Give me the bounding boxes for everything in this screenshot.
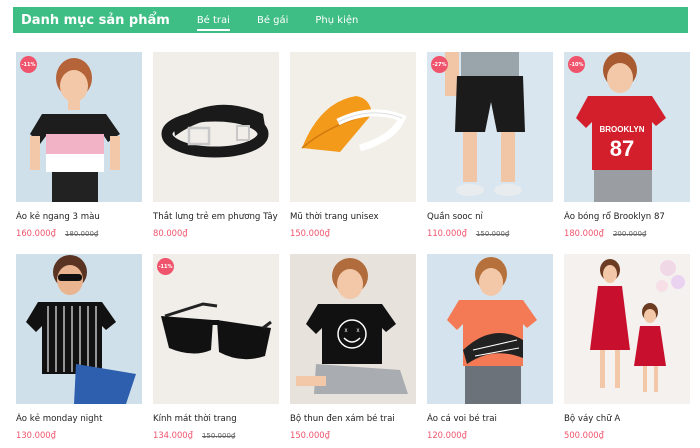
tab-be-trai[interactable]: Bé trai xyxy=(196,15,231,31)
product-card[interactable]: x x Bộ thun đen xám bé trai 150.000₫ xyxy=(290,254,416,448)
product-old-price: 150.000₫ xyxy=(201,432,236,440)
discount-badge: -11% xyxy=(20,56,37,73)
discount-badge: -27% xyxy=(431,56,448,73)
product-card[interactable]: -27% Quần sooc nỉ 110.000₫ 150.000₫ xyxy=(427,52,553,246)
black-belt-image xyxy=(153,52,279,202)
tab-be-gai[interactable]: Bé gái xyxy=(257,15,288,26)
product-name[interactable]: Mũ thời trang unisex xyxy=(290,211,416,223)
product-card[interactable]: Bộ váy chữ A 500.000₫ xyxy=(564,254,690,448)
product-name[interactable]: Áo kẻ ngang 3 màu xyxy=(16,211,142,223)
product-name[interactable]: Quần sooc nỉ xyxy=(427,211,553,223)
product-name[interactable]: Kính mát thời trang xyxy=(153,413,279,425)
product-image[interactable] xyxy=(564,254,690,404)
product-card[interactable]: Áo cá voi bé trai 120.000₫ xyxy=(427,254,553,448)
tab-phu-kien[interactable]: Phụ kiện xyxy=(315,15,358,26)
product-price: 130.000₫ xyxy=(16,430,56,440)
svg-text:BROOKLYN: BROOKLYN xyxy=(599,125,644,134)
girls-red-dresses-image xyxy=(564,254,690,404)
product-card[interactable]: Áo kẻ monday night 130.000₫ xyxy=(16,254,142,448)
product-price: 150.000₫ xyxy=(290,430,330,440)
product-old-price: 150.000₫ xyxy=(475,230,510,238)
product-image[interactable]: -11% xyxy=(16,52,142,202)
product-name[interactable]: Bộ thun đen xám bé trai xyxy=(290,413,416,425)
product-name[interactable]: Áo bóng rổ Brooklyn 87 xyxy=(564,211,690,223)
product-price: 120.000₫ xyxy=(427,430,467,440)
boy-striped-tshirt-image xyxy=(16,254,142,404)
product-name[interactable]: Áo kẻ monday night xyxy=(16,413,142,425)
product-name[interactable]: Bộ váy chữ A xyxy=(564,413,690,425)
boy-black-smiley-tee-image: x x xyxy=(290,254,416,404)
product-price: 160.000₫ xyxy=(16,228,56,238)
product-image[interactable]: -10% BROOKLYN 87 xyxy=(564,52,690,202)
product-price: 110.000₫ xyxy=(427,228,467,238)
product-price: 134.000₫ xyxy=(153,430,193,440)
product-card[interactable]: -10% BROOKLYN 87 Áo bóng rổ Brooklyn 87 … xyxy=(564,52,690,246)
product-image[interactable]: x x xyxy=(290,254,416,404)
discount-badge: -10% xyxy=(568,56,585,73)
product-card[interactable]: Thắt lưng trẻ em phương Tây 80.000₫ xyxy=(153,52,279,246)
page-title: Danh mục sản phẩm xyxy=(21,12,170,28)
orange-visor-hat-image xyxy=(290,52,416,202)
svg-text:x: x xyxy=(357,328,360,334)
product-name[interactable]: Áo cá voi bé trai xyxy=(427,413,553,425)
product-image[interactable]: -27% xyxy=(427,52,553,202)
svg-text:x: x xyxy=(345,328,348,334)
product-grid: -11% Áo kẻ ngang 3 màu 160.000₫ 180.000₫ xyxy=(16,52,696,448)
product-card[interactable]: -11% Kính mát thời trang 134.000₫ 150.000… xyxy=(153,254,279,448)
boy-whale-tee-image xyxy=(427,254,553,404)
product-image[interactable] xyxy=(153,52,279,202)
product-image[interactable] xyxy=(16,254,142,404)
product-price: 180.000₫ xyxy=(564,228,604,238)
product-old-price: 180.000₫ xyxy=(64,230,99,238)
product-card[interactable]: Mũ thời trang unisex 150.000₫ xyxy=(290,52,416,246)
svg-text:87: 87 xyxy=(610,136,634,161)
category-header: Danh mục sản phẩm Bé trai Bé gái Phụ kiệ… xyxy=(13,7,688,33)
discount-badge: -11% xyxy=(157,258,174,275)
product-image[interactable] xyxy=(290,52,416,202)
product-old-price: 200.000₫ xyxy=(612,230,647,238)
black-sunglasses-image xyxy=(153,254,279,404)
boy-red-jersey-image: BROOKLYN 87 xyxy=(564,52,690,202)
boy-tshirt-pink-black-image xyxy=(16,52,142,202)
product-price: 150.000₫ xyxy=(290,228,330,238)
product-image[interactable] xyxy=(427,254,553,404)
product-price: 80.000₫ xyxy=(153,228,188,238)
product-image[interactable]: -11% xyxy=(153,254,279,404)
boy-black-shorts-image xyxy=(427,52,553,202)
product-price: 500.000₫ xyxy=(564,430,604,440)
product-name[interactable]: Thắt lưng trẻ em phương Tây xyxy=(153,211,279,223)
product-card[interactable]: -11% Áo kẻ ngang 3 màu 160.000₫ 180.000₫ xyxy=(16,52,142,246)
